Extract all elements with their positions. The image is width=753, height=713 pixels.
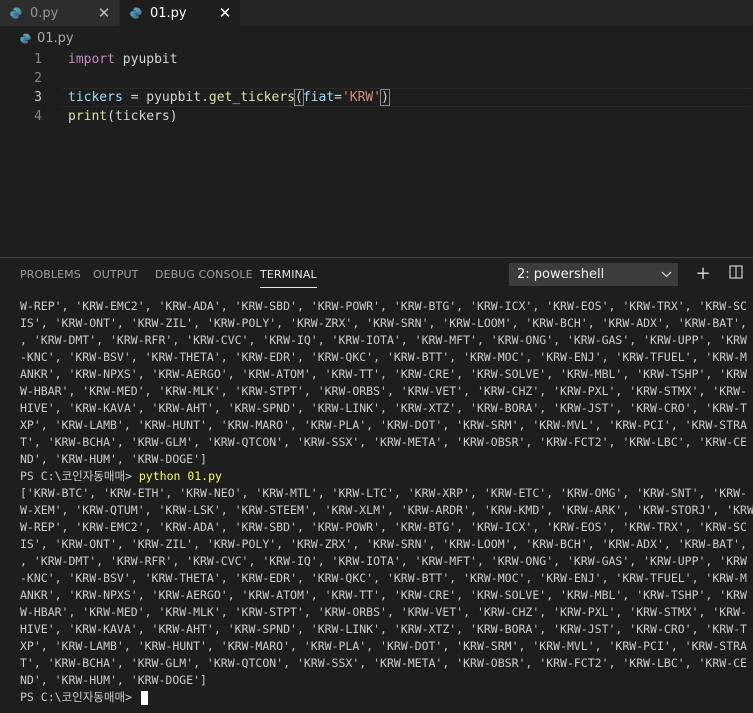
terminal-line: , 'KRW-DMT', 'KRW-RFR', 'KRW-CVC', 'KRW-…: [20, 333, 747, 347]
tab-terminal[interactable]: TERMINAL: [260, 268, 317, 288]
terminal-line: ND', 'KRW-HUM', 'KRW-DOGE']: [20, 673, 207, 687]
terminal-line: ANKR', 'KRW-NPXS', 'KRW-AERGO', 'KRW-ATO…: [20, 367, 747, 381]
code-text: tickers = pyupbit.get_tickers(fiat='KRW'…: [68, 89, 390, 106]
tab-01-py[interactable]: 01.py ✕: [120, 0, 240, 26]
terminal-line: W-HBAR', 'KRW-MED', 'KRW-MLK', 'KRW-STPT…: [20, 384, 747, 398]
code-line: 2: [0, 69, 753, 88]
terminal-prompt-line: PS C:\코인자동매매> python 01.py: [20, 468, 753, 485]
terminal-line: W-REP', 'KRW-EMC2', 'KRW-ADA', 'KRW-SBD'…: [20, 299, 747, 313]
bottom-panel: PROBLEMS OUTPUT DEBUG CONSOLE TERMINAL 2…: [0, 257, 753, 713]
line-number: 1: [34, 52, 42, 67]
terminal-line: HIVE', 'KRW-KAVA', 'KRW-AHT', 'KRW-SPND'…: [20, 401, 747, 415]
code-editor[interactable]: 1 import pyupbit 2 3 tickers = pyupbit.g…: [0, 50, 753, 126]
terminal-prompt: PS C:\코인자동매매>: [20, 469, 139, 483]
tab-label: 0.py: [30, 5, 59, 21]
tab-problems[interactable]: PROBLEMS: [20, 268, 81, 281]
terminal-select-value: 2: powershell: [517, 267, 605, 282]
terminal-line: -KNC', 'KRW-BSV', 'KRW-THETA', 'KRW-EDR'…: [20, 350, 747, 364]
terminal-line: -KNC', 'KRW-BSV', 'KRW-THETA', 'KRW-EDR'…: [20, 571, 747, 585]
breadcrumb[interactable]: 01.py: [0, 26, 753, 50]
code-text: print(tickers): [68, 109, 178, 124]
python-file-icon: [20, 32, 31, 44]
terminal-line: HIVE', 'KRW-KAVA', 'KRW-AHT', 'KRW-SPND'…: [20, 622, 747, 636]
terminal-line: ['KRW-BTC', 'KRW-ETH', 'KRW-NEO', 'KRW-M…: [20, 486, 747, 500]
terminal-line: , 'KRW-DMT', 'KRW-RFR', 'KRW-CVC', 'KRW-…: [20, 554, 747, 568]
tab-label: 01.py: [150, 5, 187, 21]
terminal-cursor: [140, 690, 148, 705]
terminal-select[interactable]: 2: powershell: [509, 263, 678, 286]
terminal-prompt: PS C:\코인자동매매>: [20, 690, 139, 704]
python-file-icon: [10, 7, 22, 19]
code-text: import pyupbit: [68, 52, 178, 67]
terminal-prompt-line: PS C:\코인자동매매>: [20, 689, 753, 706]
split-terminal-icon[interactable]: [726, 264, 746, 284]
terminal-line: ANKR', 'KRW-NPXS', 'KRW-AERGO', 'KRW-ATO…: [20, 588, 747, 602]
code-line: 1 import pyupbit: [0, 50, 753, 69]
panel-tab-bar: PROBLEMS OUTPUT DEBUG CONSOLE TERMINAL 2…: [0, 258, 753, 292]
chevron-down-icon: [654, 268, 678, 281]
terminal-line: IS', 'KRW-ONT', 'KRW-ZIL', 'KRW-POLY', '…: [20, 316, 747, 330]
tab-0-py[interactable]: 0.py ✕: [0, 0, 120, 26]
terminal-line: W-XEM', 'KRW-QTUM', 'KRW-LSK', 'KRW-STEE…: [20, 503, 753, 517]
terminal-line: T', 'KRW-BCHA', 'KRW-GLM', 'KRW-QTCON', …: [20, 656, 747, 670]
code-line: 4 print(tickers): [0, 107, 753, 126]
tab-debug-console[interactable]: DEBUG CONSOLE: [155, 268, 253, 281]
code-line-current: 3 tickers = pyupbit.get_tickers(fiat='KR…: [0, 88, 753, 107]
terminal-line: W-REP', 'KRW-EMC2', 'KRW-ADA', 'KRW-SBD'…: [20, 520, 747, 534]
terminal-command: python 01.py: [138, 469, 222, 483]
terminal-output[interactable]: W-REP', 'KRW-EMC2', 'KRW-ADA', 'KRW-SBD'…: [20, 298, 753, 706]
terminal-line: XP', 'KRW-LAMB', 'KRW-HUNT', 'KRW-MARO',…: [20, 418, 747, 432]
line-number: 2: [34, 71, 42, 86]
close-icon[interactable]: ✕: [218, 4, 232, 22]
line-number: 3: [34, 90, 42, 105]
line-number: 4: [34, 109, 42, 124]
python-file-icon: [130, 7, 142, 19]
terminal-line: ND', 'KRW-HUM', 'KRW-DOGE']: [20, 452, 207, 466]
terminal-line: W-HBAR', 'KRW-MED', 'KRW-MLK', 'KRW-STPT…: [20, 605, 747, 619]
add-terminal-icon[interactable]: +: [693, 264, 713, 284]
terminal-line: IS', 'KRW-ONT', 'KRW-ZIL', 'KRW-POLY', '…: [20, 537, 747, 551]
terminal-line: XP', 'KRW-LAMB', 'KRW-HUNT', 'KRW-MARO',…: [20, 639, 747, 653]
breadcrumb-file[interactable]: 01.py: [37, 31, 74, 46]
editor-tab-bar: 0.py ✕ 01.py ✕: [0, 0, 753, 26]
tab-output[interactable]: OUTPUT: [93, 268, 138, 281]
close-icon[interactable]: ✕: [97, 4, 111, 22]
terminal-line: T', 'KRW-BCHA', 'KRW-GLM', 'KRW-QTCON', …: [20, 435, 747, 449]
